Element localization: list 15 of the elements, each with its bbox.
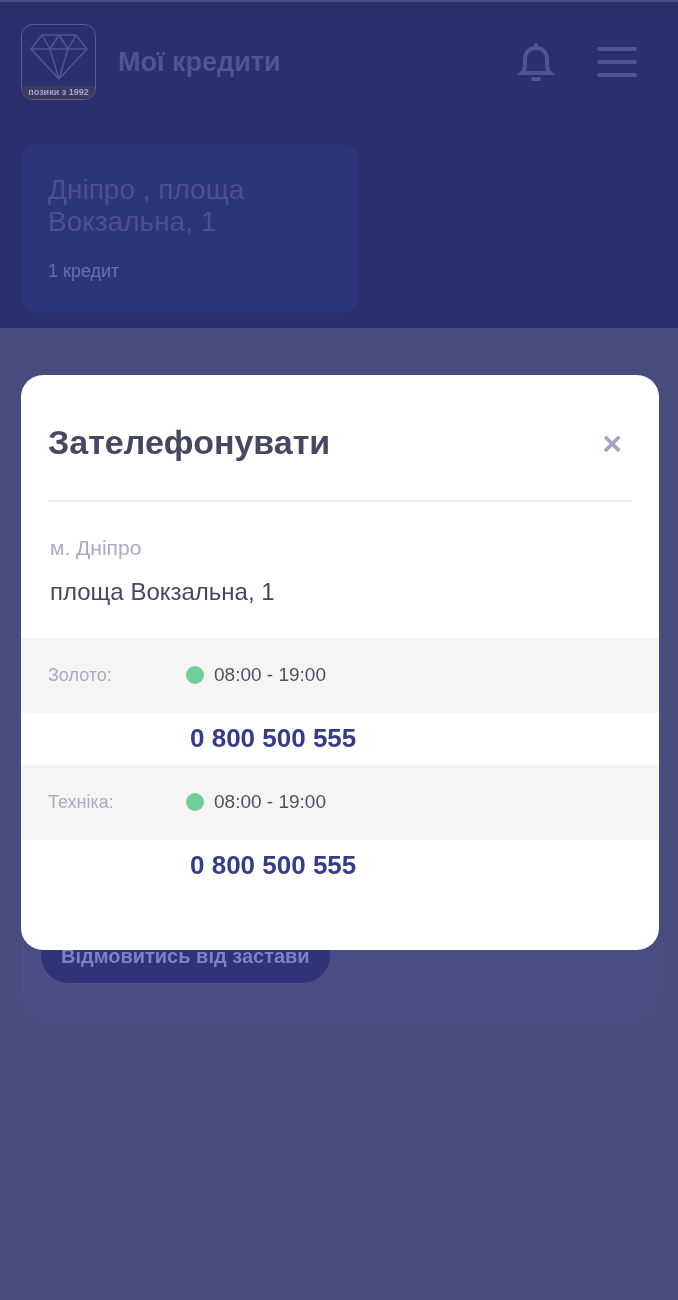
address-text: площа Вокзальна, 1 (50, 576, 276, 607)
close-button[interactable]: × (602, 425, 622, 460)
diamond-icon (29, 33, 88, 81)
department-label: Техніка: (48, 790, 115, 814)
phone-link[interactable]: 0 800 500 555 (190, 719, 357, 758)
phone-link[interactable]: 0 800 500 555 (190, 846, 357, 885)
menu-icon[interactable] (597, 47, 637, 77)
working-hours: 08:00 - 19:00 (214, 789, 326, 814)
dialog-title: Зателефонувати (48, 422, 331, 463)
working-hours: 08:00 - 19:00 (214, 662, 326, 687)
department-label: Золото: (48, 663, 113, 687)
credit-count: 1 кредит (48, 260, 121, 283)
bell-icon[interactable] (517, 41, 555, 83)
city-label: м. Дніпро (50, 535, 143, 561)
logo-caption: позики з 1992 (22, 86, 95, 99)
